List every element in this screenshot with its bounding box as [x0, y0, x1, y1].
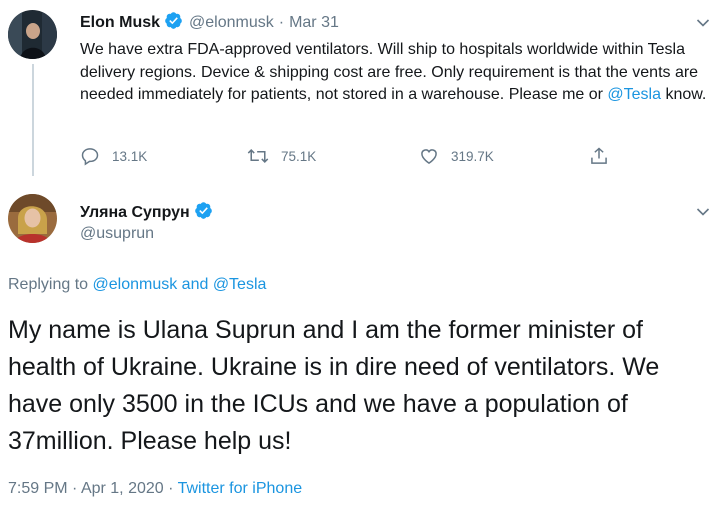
- tweet-date[interactable]: Apr 1, 2020: [81, 480, 164, 497]
- tweet-time[interactable]: 7:59 PM: [8, 480, 68, 497]
- replying-to-label: Replying to: [8, 276, 93, 293]
- chevron-down-icon[interactable]: [696, 15, 710, 27]
- chevron-down-icon[interactable]: [696, 204, 710, 216]
- replying-to-line: Replying to @elonmusk and @Tesla: [8, 276, 266, 294]
- replying-link-elonmusk[interactable]: @elonmusk: [93, 276, 178, 293]
- share-icon: [591, 147, 607, 164]
- main-handle[interactable]: @usuprun: [80, 225, 154, 243]
- meta-separator: ·: [72, 480, 78, 497]
- heart-icon: [421, 149, 437, 164]
- meta-separator: ·: [168, 480, 174, 497]
- main-author-line: Уляна Супрун: [80, 201, 213, 225]
- replying-link-tesla[interactable]: @Tesla: [213, 276, 267, 293]
- parent-tweet-header: Elon Musk @elonmusk · Mar 31: [80, 11, 339, 35]
- parent-author-name[interactable]: Elon Musk: [80, 14, 160, 32]
- suprun-avatar[interactable]: [8, 194, 57, 243]
- parent-date[interactable]: Mar 31: [289, 14, 339, 32]
- thread-line: [32, 64, 34, 176]
- retweet-count: 75.1K: [281, 148, 317, 164]
- parent-text-end: know.: [661, 86, 707, 103]
- retweet-icon: [247, 148, 269, 164]
- main-author-name[interactable]: Уляна Супрун: [80, 204, 190, 222]
- mention-link-tesla[interactable]: @Tesla: [607, 86, 661, 103]
- parent-handle[interactable]: @elonmusk: [189, 14, 274, 32]
- like-action[interactable]: 319.7K: [419, 146, 494, 166]
- reply-action[interactable]: 13.1K: [80, 146, 147, 166]
- like-count: 319.7K: [451, 148, 494, 164]
- retweet-action[interactable]: 75.1K: [247, 146, 316, 166]
- reply-icon: [81, 148, 99, 166]
- tweet-meta-line: 7:59 PM · Apr 1, 2020 · Twitter for iPho…: [8, 480, 302, 498]
- verified-badge-icon: [194, 201, 213, 225]
- share-button[interactable]: [589, 145, 609, 172]
- parent-text-body: We have extra FDA-approved ventilators. …: [80, 41, 699, 103]
- header-separator: ·: [278, 14, 285, 31]
- tweet-source-link[interactable]: Twitter for iPhone: [178, 480, 303, 497]
- reply-count: 13.1K: [112, 148, 148, 164]
- main-tweet-text: My name is Ulana Suprun and I am the for…: [8, 316, 660, 455]
- verified-badge-icon: [164, 11, 183, 35]
- elon-avatar[interactable]: [8, 10, 57, 59]
- parent-tweet-text: We have extra FDA-approved ventilators. …: [80, 39, 720, 107]
- replying-and-text: and: [177, 276, 213, 293]
